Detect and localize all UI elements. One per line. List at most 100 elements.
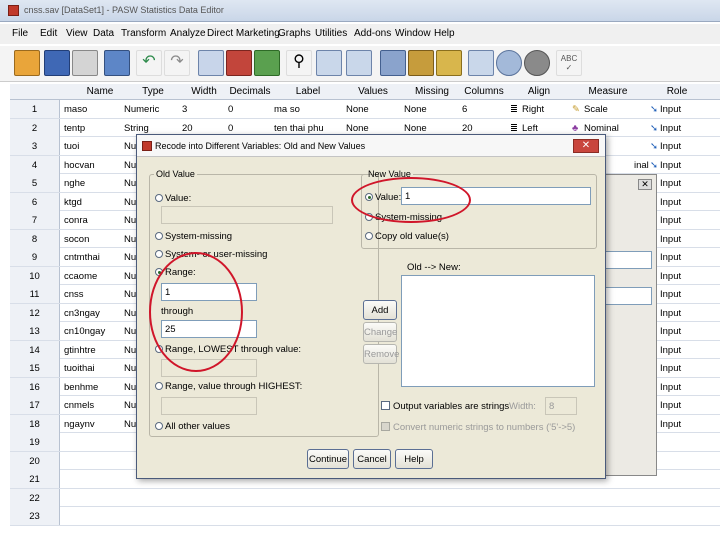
use-sets-icon[interactable] bbox=[496, 50, 522, 76]
cell-align[interactable]: Right bbox=[522, 104, 544, 115]
old-range-highest-radio[interactable]: Range, value through HIGHEST: bbox=[155, 381, 302, 392]
col-header-values[interactable]: Values bbox=[344, 86, 402, 97]
row-number[interactable]: 6 bbox=[10, 192, 60, 211]
cell-role[interactable]: Input bbox=[660, 197, 681, 208]
menu-graphs[interactable]: Graphs bbox=[278, 28, 311, 39]
cell-name[interactable]: tuoi bbox=[64, 141, 79, 152]
cell-measure[interactable]: Nominal bbox=[584, 123, 619, 134]
cell-role[interactable]: Input bbox=[660, 363, 681, 374]
cell-role[interactable]: Input bbox=[660, 252, 681, 263]
cell-name[interactable]: conra bbox=[64, 215, 88, 226]
cell-decimals[interactable]: 0 bbox=[228, 123, 233, 134]
cell-type[interactable]: Nu bbox=[124, 308, 136, 319]
cell-values[interactable]: None bbox=[346, 104, 369, 115]
row-number[interactable]: 9 bbox=[10, 248, 60, 266]
cell-type[interactable]: Nu bbox=[124, 197, 136, 208]
menu-window[interactable]: Window bbox=[395, 28, 431, 39]
menu-data[interactable]: Data bbox=[93, 28, 114, 39]
cell-name[interactable]: hocvan bbox=[64, 160, 95, 171]
width-input[interactable]: 8 bbox=[545, 397, 577, 415]
find-icon[interactable]: ⚲ bbox=[286, 50, 312, 76]
cell-name[interactable]: cnmels bbox=[64, 400, 94, 411]
row-number[interactable]: 23 bbox=[10, 507, 60, 525]
save-icon[interactable] bbox=[44, 50, 70, 76]
add-button[interactable]: Add bbox=[363, 300, 397, 320]
range-highest-input[interactable] bbox=[161, 397, 257, 415]
cell-measure[interactable]: inal bbox=[634, 160, 649, 171]
undo-icon[interactable]: ↶ bbox=[136, 50, 162, 76]
cell-role[interactable]: Input bbox=[660, 308, 681, 319]
cell-role[interactable]: Input bbox=[660, 271, 681, 282]
cell-columns[interactable]: 20 bbox=[462, 123, 473, 134]
cell-role[interactable]: Input bbox=[660, 400, 681, 411]
menu-transform[interactable]: Transform bbox=[121, 28, 166, 39]
insert-variable-icon[interactable] bbox=[346, 50, 372, 76]
cell-name[interactable]: cn3ngay bbox=[64, 308, 100, 319]
split-file-icon[interactable] bbox=[380, 50, 406, 76]
goto-variable-icon[interactable] bbox=[226, 50, 252, 76]
row-number[interactable]: 3 bbox=[10, 137, 60, 155]
row-number[interactable]: 13 bbox=[10, 322, 60, 340]
cell-width[interactable]: 20 bbox=[182, 123, 193, 134]
col-header-columns[interactable]: Columns bbox=[460, 86, 508, 97]
cell-role[interactable]: Input bbox=[660, 123, 681, 134]
cell-name[interactable]: benhme bbox=[64, 382, 98, 393]
row-number[interactable]: 19 bbox=[10, 433, 60, 451]
cell-role[interactable]: Input bbox=[660, 141, 681, 152]
cell-name[interactable]: gtinhtre bbox=[64, 345, 96, 356]
cell-type[interactable]: Nu bbox=[124, 178, 136, 189]
menu-view[interactable]: View bbox=[66, 28, 88, 39]
old-value-input[interactable] bbox=[161, 206, 333, 224]
row-number[interactable]: 4 bbox=[10, 155, 60, 174]
spell-check-icon[interactable]: ABC ✓ bbox=[556, 50, 582, 76]
cell-role[interactable]: Input bbox=[660, 215, 681, 226]
cancel-button[interactable]: Cancel bbox=[353, 449, 391, 469]
cell-name[interactable]: nghe bbox=[64, 178, 85, 189]
row-number[interactable]: 12 bbox=[10, 303, 60, 322]
cell-role[interactable]: Input bbox=[660, 160, 681, 171]
cell-name[interactable]: maso bbox=[64, 104, 87, 115]
row-number[interactable]: 5 bbox=[10, 174, 60, 192]
menu-edit[interactable]: Edit bbox=[40, 28, 57, 39]
row-number[interactable]: 7 bbox=[10, 211, 60, 229]
show-all-icon[interactable] bbox=[524, 50, 550, 76]
menu-direct-marketing[interactable]: Direct Marketing bbox=[207, 28, 280, 39]
cell-name[interactable]: cn10ngay bbox=[64, 326, 105, 337]
col-header-width[interactable]: Width bbox=[182, 86, 226, 97]
cell-type[interactable]: Nu bbox=[124, 345, 136, 356]
remove-button[interactable]: Remove bbox=[363, 344, 399, 364]
row-number[interactable]: 11 bbox=[10, 285, 60, 303]
row-number[interactable]: 16 bbox=[10, 377, 60, 396]
cell-name[interactable]: cnss bbox=[64, 289, 84, 300]
redo-icon[interactable]: ↷ bbox=[164, 50, 190, 76]
col-header-name[interactable]: Name bbox=[70, 86, 130, 97]
cell-columns[interactable]: 6 bbox=[462, 104, 467, 115]
col-header-label[interactable]: Label bbox=[272, 86, 344, 97]
old-value-radio[interactable]: Value: bbox=[155, 193, 191, 204]
cell-measure[interactable]: Scale bbox=[584, 104, 608, 115]
cell-type[interactable]: Nu bbox=[124, 160, 136, 171]
col-header-decimals[interactable]: Decimals bbox=[228, 86, 272, 97]
convert-numeric-strings-checkbox[interactable]: Convert numeric strings to numbers ('5'-… bbox=[381, 422, 575, 433]
cell-type[interactable]: Nu bbox=[124, 215, 136, 226]
cell-role[interactable]: Input bbox=[660, 382, 681, 393]
select-cases-icon[interactable] bbox=[436, 50, 462, 76]
continue-button[interactable]: Continue bbox=[307, 449, 349, 469]
cell-type[interactable]: Nu bbox=[124, 234, 136, 245]
cell-role[interactable]: Input bbox=[660, 419, 681, 430]
behind-dialog-close-icon[interactable]: ✕ bbox=[638, 179, 652, 190]
row-number[interactable]: 18 bbox=[10, 414, 60, 433]
cell-name[interactable]: socon bbox=[64, 234, 89, 245]
cell-label[interactable]: ma so bbox=[274, 104, 300, 115]
cell-type[interactable]: Nu bbox=[124, 289, 136, 300]
col-header-type[interactable]: Type bbox=[124, 86, 182, 97]
col-header-role[interactable]: Role bbox=[646, 86, 708, 97]
row-number[interactable]: 2 bbox=[10, 118, 60, 137]
copy-old-values-radio[interactable]: Copy old value(s) bbox=[365, 231, 449, 242]
cell-type[interactable]: Nu bbox=[124, 419, 136, 430]
row-number[interactable]: 10 bbox=[10, 266, 60, 285]
cell-role[interactable]: Input bbox=[660, 104, 681, 115]
row-number[interactable]: 17 bbox=[10, 396, 60, 414]
dialog-close-button[interactable]: ✕ bbox=[573, 139, 599, 153]
cell-type[interactable]: Nu bbox=[124, 382, 136, 393]
